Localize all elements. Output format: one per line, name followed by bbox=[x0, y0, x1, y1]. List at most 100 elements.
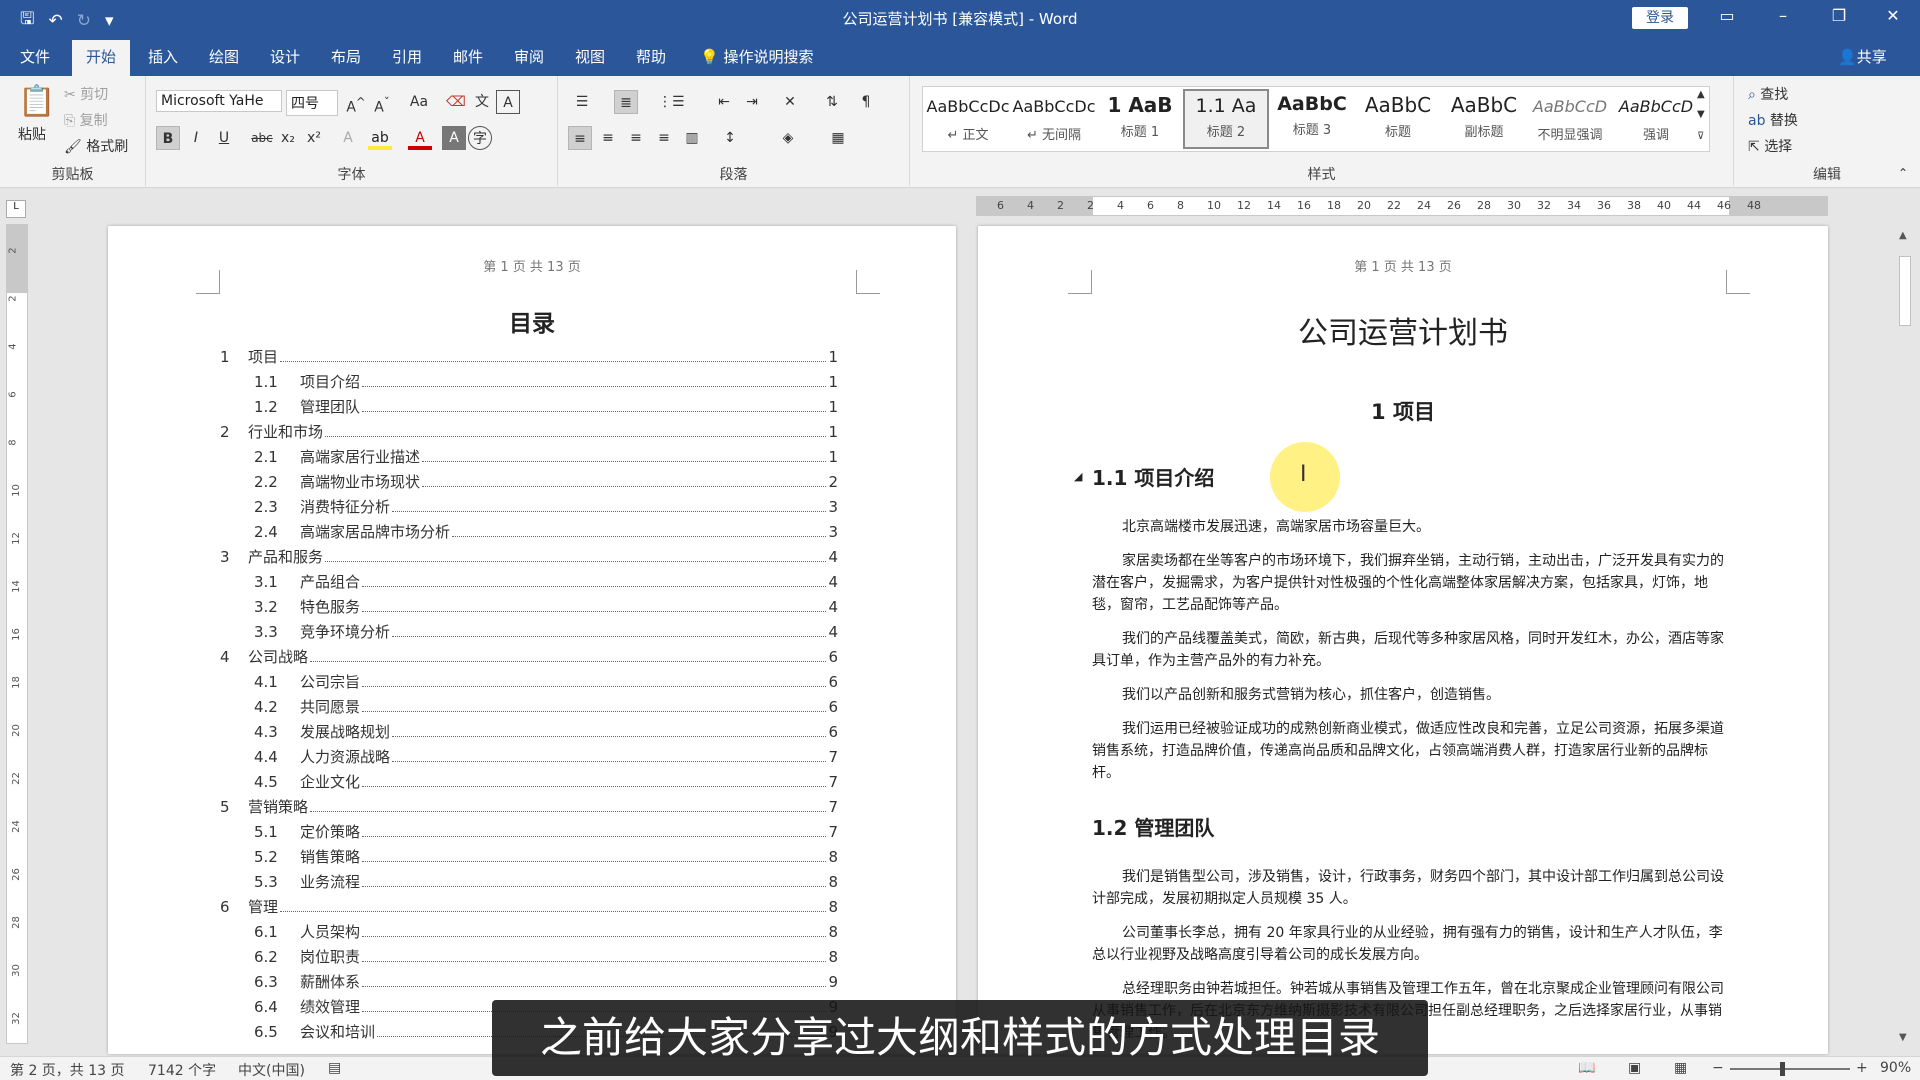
font-color-icon[interactable]: A bbox=[408, 126, 432, 150]
heading-2-management-team[interactable]: 1.2 管理团队 bbox=[1092, 812, 1214, 841]
toc-entry[interactable]: 2.4 高端家居品牌市场分析 3 bbox=[254, 521, 838, 545]
ruler-bar[interactable]: 6 4 2 2 4 6 8 10 12 14 16 18 20 22 24 26 28 30 32 34 36 38 40 4… bbox=[976, 196, 1828, 216]
toc-entry[interactable]: 1.2 管理团队 1 bbox=[254, 396, 838, 420]
toc-entry[interactable]: 6 管理 8 bbox=[220, 896, 838, 920]
align-left-icon[interactable]: ≡ bbox=[568, 126, 592, 150]
toc-entry[interactable]: 6.3 薪酬体系 9 bbox=[254, 971, 838, 995]
sort-icon[interactable]: ⇅ bbox=[820, 90, 844, 114]
toc-entry[interactable]: 4.4 人力资源战略 7 bbox=[254, 746, 838, 770]
zoom-slider[interactable] bbox=[1730, 1068, 1850, 1070]
toc-entry[interactable]: 4.1 公司宗旨 6 bbox=[254, 671, 838, 695]
tab-mailings[interactable]: 邮件 bbox=[453, 46, 483, 67]
shading-icon[interactable]: ◈ bbox=[776, 126, 800, 150]
tab-selector[interactable]: L bbox=[6, 200, 26, 218]
ribbon-display-options-icon[interactable]: ▭ bbox=[1712, 6, 1742, 25]
style-emphasis[interactable]: AaBbCcD 强调 bbox=[1613, 89, 1699, 149]
style-heading-1[interactable]: 1 AaB 标题 1 bbox=[1097, 89, 1183, 149]
style-heading-3[interactable]: AaBbC 标题 3 bbox=[1269, 89, 1355, 149]
character-shading-icon[interactable]: A bbox=[442, 126, 466, 150]
restore-icon[interactable]: ❐ bbox=[1824, 6, 1854, 25]
gallery-more-icon[interactable]: ⊽ bbox=[1697, 131, 1704, 142]
style-no-spacing[interactable]: AaBbCcDc ↵ 无间隔 bbox=[1011, 89, 1097, 149]
font-size-select[interactable]: 四号 bbox=[286, 90, 338, 116]
scroll-up-icon[interactable]: ▲ bbox=[1899, 230, 1907, 241]
justify-icon[interactable]: ≡ bbox=[652, 126, 676, 150]
text-effects-icon[interactable]: A bbox=[336, 126, 360, 150]
page-count[interactable]: 第 2 页，共 13 页 bbox=[10, 1060, 125, 1080]
replace-button[interactable]: ab 替换 bbox=[1748, 110, 1798, 130]
superscript-icon[interactable]: x² bbox=[302, 126, 326, 150]
gallery-scroll-up-icon[interactable]: ▲ bbox=[1697, 89, 1705, 100]
toc-entry[interactable]: 5.2 销售策略 8 bbox=[254, 846, 838, 870]
cut-button[interactable]: ✂ 剪切 bbox=[64, 84, 108, 104]
tab-file[interactable]: 文件 bbox=[20, 46, 50, 67]
shrink-font-icon[interactable]: Aˇ bbox=[370, 90, 394, 116]
numbering-icon[interactable]: ≣ bbox=[614, 90, 638, 114]
tab-view[interactable]: 视图 bbox=[575, 46, 605, 67]
find-button[interactable]: ⌕ 查找 bbox=[1748, 84, 1788, 104]
zoom-level[interactable]: 90% bbox=[1880, 1060, 1911, 1076]
toc-entry[interactable]: 2.2 高端物业市场现状 2 bbox=[254, 471, 838, 495]
zoom-in-icon[interactable]: + bbox=[1856, 1060, 1868, 1076]
close-icon[interactable]: ✕ bbox=[1878, 6, 1908, 25]
read-mode-icon[interactable]: 📖 bbox=[1578, 1060, 1595, 1076]
tell-me-search[interactable]: 💡 操作说明搜索 bbox=[700, 46, 813, 67]
share-button[interactable]: 👤共享 bbox=[1838, 46, 1887, 67]
line-spacing-icon[interactable]: ↕ bbox=[718, 126, 742, 150]
font-name-select[interactable]: Microsoft YaHe bbox=[156, 90, 282, 112]
toc-page[interactable]: 第 1 页 共 13 页 目录 1 项目 1 1.1 项目介绍 1 1.2 管理团队 1 2 行业和… bbox=[108, 226, 956, 1054]
increase-indent-icon[interactable]: ⇥ bbox=[740, 90, 764, 114]
multilevel-list-icon[interactable]: ⋮☰ bbox=[658, 90, 685, 114]
login-button[interactable]: 登录 bbox=[1632, 7, 1688, 29]
toc-entry[interactable]: 6.1 人员架构 8 bbox=[254, 921, 838, 945]
heading-2-project-intro[interactable]: ◢ 1.1 项目介绍 bbox=[1074, 462, 1214, 491]
align-right-icon[interactable]: ≡ bbox=[624, 126, 648, 150]
toc-entry[interactable]: 2.1 高端家居行业描述 1 bbox=[254, 446, 838, 470]
show-marks-icon[interactable]: ¶ bbox=[854, 90, 878, 114]
asian-layout-icon[interactable]: ✕ bbox=[778, 90, 802, 114]
highlight-icon[interactable]: ab bbox=[368, 126, 392, 150]
underline-icon[interactable]: U bbox=[212, 126, 236, 150]
document-page[interactable]: 第 1 页 共 13 页 公司运营计划书 1 项目 ◢ 1.1 项目介绍 I 北… bbox=[978, 226, 1828, 1054]
style-subtle-emphasis[interactable]: AaBbCcD 不明显强调 bbox=[1527, 89, 1613, 149]
tab-references[interactable]: 引用 bbox=[392, 46, 422, 67]
collapse-triangle-icon[interactable]: ◢ bbox=[1074, 470, 1082, 483]
phonetic-guide-icon[interactable]: 文 bbox=[470, 90, 494, 114]
tab-home[interactable]: 开始 bbox=[72, 40, 131, 76]
align-center-icon[interactable]: ≡ bbox=[596, 126, 620, 150]
tab-help[interactable]: 帮助 bbox=[636, 46, 666, 67]
gallery-scroll-down-icon[interactable]: ▼ bbox=[1697, 109, 1705, 120]
toc-entry[interactable]: 2.3 消费特征分析 3 bbox=[254, 496, 838, 520]
borders-icon[interactable]: ▦ bbox=[826, 126, 850, 150]
distributed-icon[interactable]: ▥ bbox=[680, 126, 704, 150]
tab-review[interactable]: 审阅 bbox=[514, 46, 544, 67]
subscript-icon[interactable]: x₂ bbox=[276, 126, 300, 150]
tab-layout[interactable]: 布局 bbox=[331, 46, 361, 67]
collapse-ribbon-icon[interactable]: ⌃ bbox=[1898, 166, 1908, 180]
toc-entry[interactable]: 6.2 岗位职责 8 bbox=[254, 946, 838, 970]
vertical-ruler[interactable]: 2 2 4 6 8 10 12 14 16 18 20 22 24 26 28 30 32 bbox=[6, 224, 28, 1044]
web-layout-icon[interactable]: ▦ bbox=[1674, 1060, 1687, 1076]
grow-font-icon[interactable]: A^ bbox=[344, 90, 368, 116]
toc-entry[interactable]: 2 行业和市场 1 bbox=[220, 421, 838, 445]
toc-entry[interactable]: 3.1 产品组合 4 bbox=[254, 571, 838, 595]
character-border-icon[interactable]: A bbox=[496, 90, 520, 114]
tab-insert[interactable]: 插入 bbox=[148, 46, 178, 67]
paste-icon[interactable]: 📋 bbox=[18, 84, 55, 119]
style-heading-2[interactable]: 1.1 Aa 标题 2 bbox=[1183, 89, 1269, 149]
toc-entry[interactable]: 4.5 企业文化 7 bbox=[254, 771, 838, 795]
decrease-indent-icon[interactable]: ⇤ bbox=[712, 90, 736, 114]
toc-entry[interactable]: 1 项目 1 bbox=[220, 346, 838, 370]
style-normal[interactable]: AaBbCcDc ↵ 正文 bbox=[925, 89, 1011, 149]
zoom-slider-thumb[interactable] bbox=[1780, 1062, 1785, 1076]
toc-entry[interactable]: 4 公司战略 6 bbox=[220, 646, 838, 670]
vertical-scrollbar[interactable]: ▲ ▼ bbox=[1896, 226, 1914, 1046]
strikethrough-icon[interactable]: abc bbox=[250, 126, 274, 150]
scroll-down-icon[interactable]: ▼ bbox=[1899, 1032, 1907, 1043]
clear-formatting-icon[interactable]: ⌫ bbox=[444, 90, 468, 114]
style-subtitle[interactable]: AaBbC 副标题 bbox=[1441, 89, 1527, 149]
toc-entry[interactable]: 4.3 发展战略规划 6 bbox=[254, 721, 838, 745]
italic-icon[interactable]: I bbox=[184, 126, 208, 150]
style-title[interactable]: AaBbC 标题 bbox=[1355, 89, 1441, 149]
toc-entry[interactable]: 1.1 项目介绍 1 bbox=[254, 371, 838, 395]
